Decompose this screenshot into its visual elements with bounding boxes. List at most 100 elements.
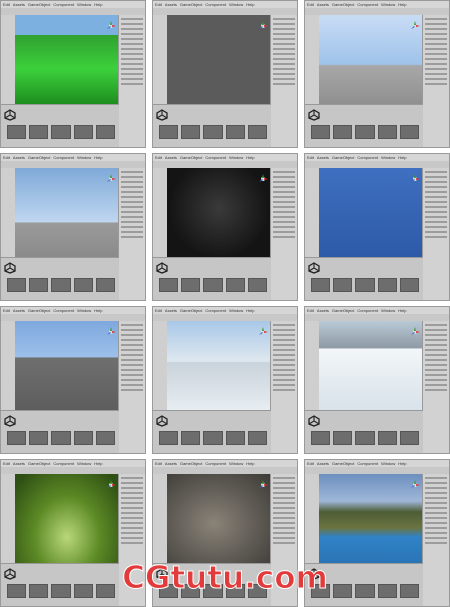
menu-item[interactable]: Component — [205, 1, 226, 8]
asset-thumbnail[interactable] — [73, 278, 93, 292]
asset-thumbnail[interactable] — [95, 125, 116, 139]
menu-item[interactable]: Help — [94, 460, 102, 467]
scene-view[interactable] — [167, 15, 271, 105]
menu-item[interactable]: Window — [77, 154, 91, 161]
menu-item[interactable]: Component — [205, 154, 226, 161]
asset-thumbnail[interactable] — [355, 278, 375, 292]
scene-gizmo-icon[interactable] — [410, 171, 420, 182]
menu-item[interactable]: GameObject — [28, 1, 50, 8]
asset-thumbnail[interactable] — [51, 431, 71, 445]
menu-item[interactable]: Help — [398, 307, 406, 314]
asset-thumbnail[interactable] — [247, 278, 268, 292]
scene-gizmo-icon[interactable] — [258, 324, 268, 335]
scene-view[interactable] — [15, 168, 119, 258]
menu-item[interactable]: Window — [381, 460, 395, 467]
menu-item[interactable]: GameObject — [28, 460, 50, 467]
menu-item[interactable]: Edit — [307, 307, 314, 314]
menu-item[interactable]: Edit — [3, 1, 10, 8]
menu-item[interactable]: Window — [229, 1, 243, 8]
scene-gizmo-icon[interactable] — [106, 477, 116, 488]
menu-item[interactable]: GameObject — [180, 307, 202, 314]
asset-thumbnail[interactable] — [333, 278, 353, 292]
asset-thumbnail[interactable] — [7, 125, 27, 139]
menu-item[interactable]: GameObject — [180, 460, 202, 467]
menu-item[interactable]: Window — [229, 460, 243, 467]
asset-thumbnail[interactable] — [159, 125, 179, 139]
menu-item[interactable]: Edit — [307, 460, 314, 467]
scene-gizmo-icon[interactable] — [258, 171, 268, 182]
menu-item[interactable]: Window — [381, 1, 395, 8]
scene-view[interactable] — [15, 15, 119, 105]
scene-view[interactable] — [319, 168, 423, 258]
menu-item[interactable]: Edit — [155, 460, 162, 467]
menu-item[interactable]: Component — [357, 154, 378, 161]
menu-item[interactable]: Assets — [165, 460, 177, 467]
asset-thumbnail[interactable] — [399, 125, 420, 139]
menu-item[interactable]: GameObject — [28, 307, 50, 314]
menu-item[interactable]: Assets — [13, 154, 25, 161]
menu-item[interactable]: Assets — [13, 307, 25, 314]
menu-item[interactable]: Window — [229, 154, 243, 161]
menu-item[interactable]: GameObject — [180, 1, 202, 8]
menu-item[interactable]: Assets — [165, 1, 177, 8]
scene-gizmo-icon[interactable] — [106, 171, 116, 182]
asset-thumbnail[interactable] — [29, 278, 49, 292]
menu-item[interactable]: Edit — [155, 307, 162, 314]
menu-item[interactable]: Component — [53, 307, 74, 314]
asset-thumbnail[interactable] — [399, 431, 420, 445]
menu-item[interactable]: Edit — [307, 1, 314, 8]
menu-item[interactable]: Assets — [317, 154, 329, 161]
menu-item[interactable]: GameObject — [332, 460, 354, 467]
menu-item[interactable]: Help — [246, 1, 254, 8]
menu-item[interactable]: GameObject — [332, 307, 354, 314]
scene-view[interactable] — [15, 321, 119, 411]
scene-view[interactable] — [167, 474, 271, 564]
scene-view[interactable] — [167, 168, 271, 258]
menu-item[interactable]: Window — [77, 307, 91, 314]
menu-item[interactable]: GameObject — [180, 154, 202, 161]
asset-thumbnail[interactable] — [73, 431, 93, 445]
asset-thumbnail[interactable] — [225, 431, 245, 445]
scene-view[interactable] — [167, 321, 271, 411]
menu-item[interactable]: Edit — [155, 1, 162, 8]
menu-item[interactable]: Assets — [317, 460, 329, 467]
menu-item[interactable]: Assets — [13, 1, 25, 8]
asset-thumbnail[interactable] — [29, 431, 49, 445]
menu-item[interactable]: Assets — [317, 1, 329, 8]
asset-thumbnail[interactable] — [203, 125, 223, 139]
asset-thumbnail[interactable] — [203, 278, 223, 292]
menu-item[interactable]: Component — [53, 154, 74, 161]
menu-item[interactable]: Component — [205, 307, 226, 314]
menu-item[interactable]: Window — [381, 307, 395, 314]
menu-item[interactable]: Component — [205, 460, 226, 467]
menu-item[interactable]: Window — [381, 154, 395, 161]
menu-item[interactable]: Edit — [155, 154, 162, 161]
menu-item[interactable]: Assets — [13, 460, 25, 467]
menu-item[interactable]: Component — [357, 460, 378, 467]
menu-item[interactable]: Window — [77, 460, 91, 467]
menu-item[interactable]: GameObject — [332, 1, 354, 8]
menu-item[interactable]: Component — [357, 1, 378, 8]
menu-item[interactable]: Assets — [165, 154, 177, 161]
scene-gizmo-icon[interactable] — [258, 18, 268, 29]
asset-thumbnail[interactable] — [7, 431, 27, 445]
asset-thumbnail[interactable] — [225, 125, 245, 139]
scene-gizmo-icon[interactable] — [258, 477, 268, 488]
menu-item[interactable]: Edit — [307, 154, 314, 161]
menu-item[interactable]: Help — [398, 1, 406, 8]
menu-item[interactable]: Edit — [3, 307, 10, 314]
menu-item[interactable]: Help — [94, 307, 102, 314]
asset-thumbnail[interactable] — [95, 278, 116, 292]
menu-item[interactable]: Help — [246, 154, 254, 161]
menu-item[interactable]: Help — [246, 307, 254, 314]
scene-view[interactable] — [15, 474, 119, 564]
asset-thumbnail[interactable] — [95, 431, 116, 445]
asset-thumbnail[interactable] — [51, 125, 71, 139]
menu-item[interactable]: Help — [94, 154, 102, 161]
asset-thumbnail[interactable] — [7, 278, 27, 292]
asset-thumbnail[interactable] — [311, 278, 331, 292]
menu-item[interactable]: Window — [77, 1, 91, 8]
asset-thumbnail[interactable] — [181, 125, 201, 139]
asset-thumbnail[interactable] — [399, 278, 420, 292]
menu-item[interactable]: Edit — [3, 460, 10, 467]
